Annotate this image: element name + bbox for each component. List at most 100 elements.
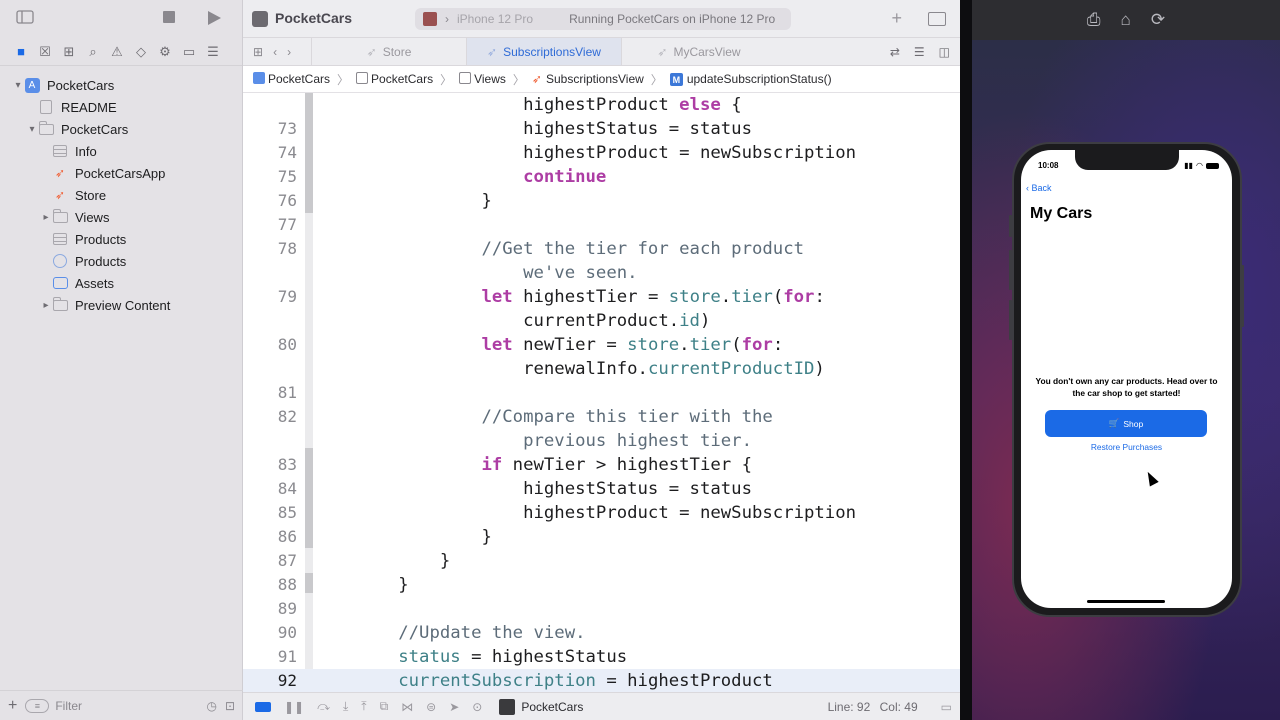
code-line[interactable]: 89 — [243, 597, 960, 621]
destination-device[interactable]: iPhone 12 Pro — [457, 12, 533, 26]
chevron-right-icon[interactable]: ▸ — [40, 212, 52, 223]
code-text: } — [315, 549, 450, 573]
test-icon[interactable]: ◇ — [132, 43, 150, 61]
empty-state-message: You don't own any car products. Head ove… — [1035, 376, 1218, 398]
editor-options-icon[interactable]: ☰ — [914, 45, 925, 59]
refresh-icon[interactable]: ⇄ — [890, 45, 900, 59]
breakpoints-toggle-icon[interactable] — [255, 701, 271, 712]
tab-mycarsview[interactable]: ➶ MyCarsView — [621, 38, 776, 65]
back-icon[interactable]: ‹ — [273, 45, 277, 59]
debug-target[interactable]: PocketCars — [499, 698, 583, 715]
breadcrumb-project[interactable]: PocketCars — [253, 72, 330, 86]
environment-icon[interactable]: ⊜ — [426, 700, 436, 714]
code-line[interactable]: 87 } — [243, 549, 960, 573]
code-line[interactable]: we've seen. — [243, 261, 960, 285]
find-icon[interactable]: ⌕ — [84, 43, 102, 61]
code-line[interactable]: 79 let highestTier = store.tier(for: — [243, 285, 960, 309]
code-line[interactable]: 81 — [243, 381, 960, 405]
code-line[interactable]: 83 if newTier > highestTier { — [243, 453, 960, 477]
shop-button[interactable]: 🛒 Shop — [1045, 410, 1207, 437]
code-line[interactable]: 86 } — [243, 525, 960, 549]
navigator-item[interactable]: Products — [0, 228, 242, 250]
tab-store[interactable]: ➶ Store — [311, 38, 466, 65]
chevron-right-icon[interactable]: ▸ — [40, 300, 52, 311]
navigator-item[interactable]: Products — [0, 250, 242, 272]
forward-icon[interactable]: › — [287, 45, 291, 59]
source-editor[interactable]: highestProduct else {73 highestStatus = … — [243, 93, 960, 692]
code-line[interactable]: 88 } — [243, 573, 960, 597]
code-line[interactable]: 74 highestProduct = newSubscription — [243, 141, 960, 165]
issue-icon[interactable]: ⚠ — [108, 43, 126, 61]
step-in-icon[interactable]: ⤓ — [343, 699, 348, 714]
breadcrumb-group[interactable]: PocketCars — [356, 72, 433, 86]
code-line[interactable]: 77 — [243, 213, 960, 237]
navigator-item[interactable]: ▾ PocketCars — [0, 118, 242, 140]
step-over-icon[interactable]: ⤼ — [317, 699, 330, 714]
debug-area-toggle-icon[interactable]: ▭ — [941, 700, 952, 714]
code-line[interactable]: 73 highestStatus = status — [243, 117, 960, 141]
chevron-down-icon[interactable]: ▾ — [12, 80, 24, 91]
inspector-toggle-icon[interactable] — [928, 12, 946, 26]
breakpoint-icon[interactable]: ▭ — [180, 43, 198, 61]
project-icon: A — [24, 77, 40, 93]
code-line[interactable]: 90 //Update the view. — [243, 621, 960, 645]
report-icon[interactable]: ☰ — [204, 43, 222, 61]
method-icon: M — [669, 73, 683, 87]
breadcrumb-file[interactable]: ➶ SubscriptionsView — [532, 72, 644, 86]
restore-purchases-link[interactable]: Restore Purchases — [1021, 442, 1232, 452]
breadcrumb-method[interactable]: MupdateSubscriptionStatus() — [669, 72, 832, 87]
code-line[interactable]: previous highest tier. — [243, 429, 960, 453]
code-line[interactable]: 75 continue — [243, 165, 960, 189]
navigator-item[interactable]: ▾ A PocketCars — [0, 74, 242, 96]
navigator-item[interactable]: Info — [0, 140, 242, 162]
add-icon[interactable]: + — [8, 697, 17, 715]
code-line[interactable]: 78 //Get the tier for each product — [243, 237, 960, 261]
code-line[interactable]: 82 //Compare this tier with the — [243, 405, 960, 429]
navigator-item[interactable]: README — [0, 96, 242, 118]
navigator-item[interactable]: ▸ Views — [0, 206, 242, 228]
memory-graph-icon[interactable]: ⋈ — [401, 700, 413, 714]
symbol-navigator-icon[interactable]: ⊞ — [60, 43, 78, 61]
navigator-item[interactable]: ➶ Store — [0, 184, 242, 206]
code-token: id — [679, 311, 700, 331]
navigator-item[interactable]: Assets — [0, 272, 242, 294]
source-control-icon[interactable]: ☒ — [36, 43, 54, 61]
code-line[interactable]: currentProduct.id) — [243, 309, 960, 333]
code-line[interactable]: 84 highestStatus = status — [243, 477, 960, 501]
code-line[interactable]: highestProduct else { — [243, 93, 960, 117]
code-line[interactable]: 92 currentSubscription = highestProduct — [243, 669, 960, 692]
navigator-item[interactable]: ➶ PocketCarsApp — [0, 162, 242, 184]
location-icon[interactable]: ➤ — [449, 700, 459, 714]
run-icon[interactable] — [206, 10, 224, 26]
back-button[interactable]: ‹ Back — [1026, 183, 1052, 193]
stop-icon[interactable] — [162, 10, 180, 26]
split-editor-icon[interactable]: ◫ — [939, 45, 950, 59]
filter-field[interactable]: ≡ Filter — [25, 696, 198, 716]
rotate-icon[interactable]: ⟳ — [1151, 10, 1165, 30]
code-line[interactable]: 76 } — [243, 189, 960, 213]
library-add-icon[interactable]: + — [891, 8, 902, 29]
navigator-item[interactable]: ▸ Preview Content — [0, 294, 242, 316]
sidebar-toggle-icon[interactable] — [16, 10, 34, 26]
breadcrumb-views[interactable]: Views — [459, 72, 506, 86]
code-line[interactable]: 80 let newTier = store.tier(for: — [243, 333, 960, 357]
recent-files-icon[interactable]: ◷ — [206, 699, 216, 713]
chevron-down-icon[interactable]: ▾ — [26, 124, 38, 135]
simulate-icon[interactable]: ⊙ — [472, 700, 482, 714]
filter-options-icon[interactable]: ≡ — [25, 698, 50, 713]
scm-filter-icon[interactable]: ⊡ — [225, 699, 235, 713]
code-line[interactable]: 91 status = highestStatus — [243, 645, 960, 669]
folder-navigator-icon[interactable]: ■ — [12, 43, 30, 61]
grid-icon[interactable]: ⊞ — [253, 45, 263, 59]
home-icon[interactable]: ⌂ — [1121, 10, 1131, 30]
debug-icon[interactable]: ⚙ — [156, 43, 174, 61]
code-line[interactable]: 85 highestProduct = newSubscription — [243, 501, 960, 525]
step-out-icon[interactable]: ⤒ — [361, 699, 366, 714]
screenshot-icon[interactable]: ⎙ — [1087, 10, 1101, 30]
pause-icon[interactable]: ❚❚ — [284, 700, 304, 714]
code-line[interactable]: renewalInfo.currentProductID) — [243, 357, 960, 381]
scheme-activity-view[interactable]: › iPhone 12 Pro Running PocketCars on iP… — [415, 8, 791, 30]
tab-subscriptionsview[interactable]: ➶ SubscriptionsView — [466, 38, 621, 65]
view-debugger-icon[interactable]: ⧉ — [380, 699, 389, 714]
